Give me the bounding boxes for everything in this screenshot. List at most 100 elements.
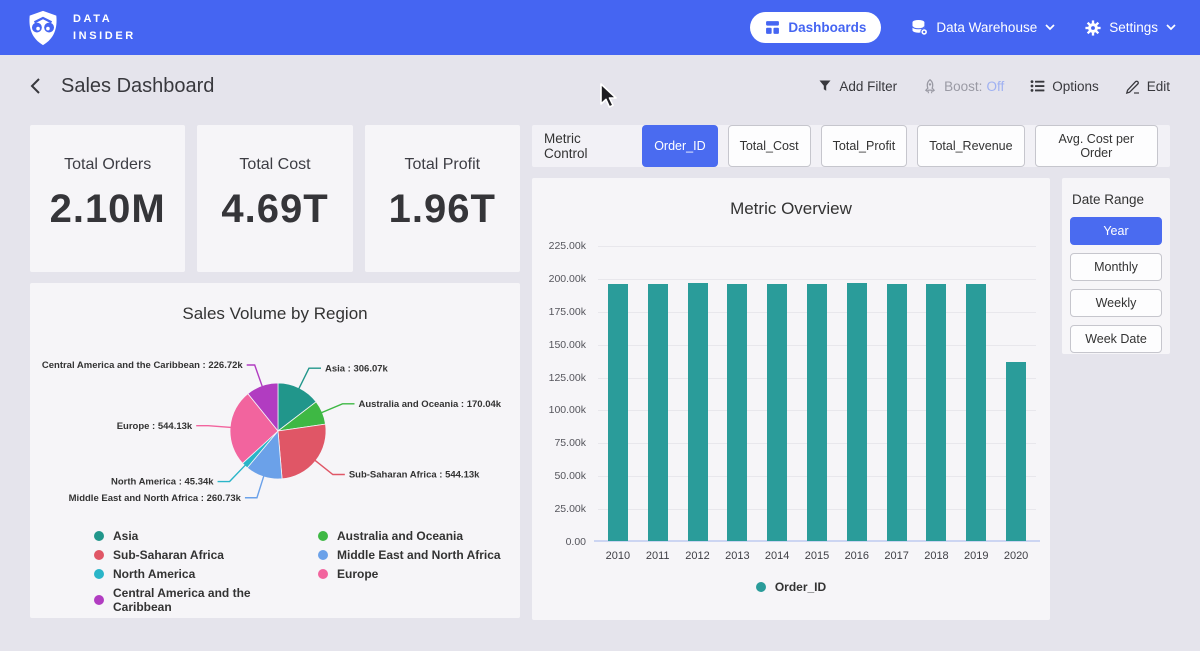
edit-button[interactable]: Edit xyxy=(1125,79,1170,94)
bar-2020[interactable] xyxy=(1006,362,1026,541)
boost-toggle[interactable]: Boost: Off xyxy=(923,79,1004,94)
y-axis-tick: 75.00k xyxy=(526,437,586,449)
y-axis-tick: 100.00k xyxy=(526,404,586,416)
legend-item-north-america[interactable]: North America xyxy=(94,567,312,581)
legend-label: Order_ID xyxy=(775,580,826,594)
gear-icon xyxy=(1085,20,1101,36)
kpi-row: Total Orders 2.10M Total Cost 4.69T Tota… xyxy=(30,125,520,272)
kpi-value: 4.69T xyxy=(221,187,328,232)
x-axis-tick: 2013 xyxy=(715,550,759,562)
kpi-value: 1.96T xyxy=(389,187,496,232)
bar-2013[interactable] xyxy=(727,284,747,541)
legend-item-central-america-and-the-caribbean[interactable]: Central America and the Caribbean xyxy=(94,586,312,614)
metric-option-avg-cost-per-order[interactable]: Avg. Cost per Order xyxy=(1035,125,1158,167)
x-axis-tick: 2015 xyxy=(795,550,839,562)
legend-dot xyxy=(318,569,328,579)
dashboards-button[interactable]: Dashboards xyxy=(750,12,881,43)
bar-2016[interactable] xyxy=(847,283,867,541)
y-axis-tick: 175.00k xyxy=(526,306,586,318)
x-axis-tick: 2016 xyxy=(835,550,879,562)
owl-logo-icon xyxy=(24,9,62,47)
pie-label: Sub-Saharan Africa : 544.13k xyxy=(349,470,480,481)
pie-label-line xyxy=(245,476,264,498)
legend-dot xyxy=(94,569,104,579)
gridline xyxy=(598,279,1036,280)
date-range-option-monthly[interactable]: Monthly xyxy=(1070,253,1162,281)
bar-2012[interactable] xyxy=(688,283,708,541)
kpi-label: Total Orders xyxy=(64,156,151,174)
metric-option-total-cost[interactable]: Total_Cost xyxy=(728,125,811,167)
x-axis-tick: 2019 xyxy=(954,550,998,562)
database-icon xyxy=(911,19,928,36)
pie-label: Australia and Oceania : 170.04k xyxy=(358,399,501,410)
data-warehouse-menu[interactable]: Data Warehouse xyxy=(911,19,1055,36)
brand: DATA INSIDER xyxy=(24,9,136,47)
legend-label: North America xyxy=(113,567,195,581)
bar-2017[interactable] xyxy=(887,284,907,541)
kpi-total-profit: Total Profit 1.96T xyxy=(365,125,520,272)
legend-item-australia-and-oceania[interactable]: Australia and Oceania xyxy=(318,529,501,543)
legend-item-sub-saharan-africa[interactable]: Sub-Saharan Africa xyxy=(94,548,312,562)
y-axis-tick: 50.00k xyxy=(526,470,586,482)
pie-label-line xyxy=(321,404,354,413)
bar-2015[interactable] xyxy=(807,284,827,541)
y-axis-tick: 25.00k xyxy=(526,503,586,515)
boost-value: Off xyxy=(986,79,1004,94)
pie-slice-sub-saharan-africa[interactable] xyxy=(278,424,326,479)
sales-volume-panel: Sales Volume by Region Asia : 306.07kAus… xyxy=(30,283,520,618)
metric-option-order-id[interactable]: Order_ID xyxy=(642,125,717,167)
filter-icon xyxy=(818,79,832,93)
bar-2019[interactable] xyxy=(966,284,986,541)
legend-label: Central America and the Caribbean xyxy=(113,586,312,614)
date-range-option-year[interactable]: Year xyxy=(1070,217,1162,245)
legend-item-asia[interactable]: Asia xyxy=(94,529,312,543)
navbar-menu: Dashboards Data Warehouse xyxy=(750,12,1176,43)
brand-name: DATA INSIDER xyxy=(73,11,136,44)
dashboard-content: Total Orders 2.10M Total Cost 4.69T Tota… xyxy=(0,117,1200,620)
dashboard-icon xyxy=(765,20,780,35)
metric-option-total-revenue[interactable]: Total_Revenue xyxy=(917,125,1024,167)
settings-label: Settings xyxy=(1109,20,1158,35)
legend-item-middle-east-and-north-africa[interactable]: Middle East and North Africa xyxy=(318,548,501,562)
settings-menu[interactable]: Settings xyxy=(1085,20,1176,36)
x-axis-tick: 2017 xyxy=(875,550,919,562)
add-filter-button[interactable]: Add Filter xyxy=(818,79,897,94)
metric-control-options: Order_ID Total_CostTotal_ProfitTotal_Reve… xyxy=(642,125,1158,167)
date-range-option-weekly[interactable]: Weekly xyxy=(1070,289,1162,317)
data-warehouse-label: Data Warehouse xyxy=(936,20,1037,35)
x-axis-tick: 2012 xyxy=(676,550,720,562)
kpi-total-orders: Total Orders 2.10M xyxy=(30,125,185,272)
date-range-options: Year Monthly Weekly Week Date xyxy=(1070,217,1162,353)
bar-2018[interactable] xyxy=(926,284,946,541)
x-axis-tick: 2018 xyxy=(914,550,958,562)
options-button[interactable]: Options xyxy=(1030,79,1099,94)
date-range-option-week-date[interactable]: Week Date xyxy=(1070,325,1162,353)
y-axis-tick: 0.00 xyxy=(526,536,586,548)
pie-label-line xyxy=(196,426,231,428)
bar-2011[interactable] xyxy=(648,284,668,541)
legend-dot xyxy=(94,595,104,605)
pie-label-line xyxy=(218,465,246,482)
metric-control-strip: Metric Control Order_ID Total_CostTotal_P… xyxy=(532,125,1170,167)
x-axis-tick: 2020 xyxy=(994,550,1038,562)
pie-label-line xyxy=(315,460,345,474)
bar-chart-title: Metric Overview xyxy=(532,178,1050,219)
legend-item-europe[interactable]: Europe xyxy=(318,567,501,581)
legend-dot xyxy=(318,531,328,541)
boost-label: Boost: xyxy=(944,79,982,94)
kpi-total-cost: Total Cost 4.69T xyxy=(197,125,352,272)
dashboards-label: Dashboards xyxy=(788,20,866,35)
metric-option-total-profit[interactable]: Total_Profit xyxy=(821,125,908,167)
bar-chart-legend: Order_ID xyxy=(532,580,1050,594)
bar-2010[interactable] xyxy=(608,284,628,541)
y-axis-tick: 225.00k xyxy=(526,240,586,252)
date-range-label: Date Range xyxy=(1072,192,1162,207)
metric-control-label: Metric Control xyxy=(544,131,626,161)
x-axis-tick: 2011 xyxy=(636,550,680,562)
bar-chart: 225.00k200.00k175.00k150.00k125.00k100.0… xyxy=(598,246,1036,542)
list-icon xyxy=(1030,79,1045,93)
bar-2014[interactable] xyxy=(767,284,787,541)
x-axis-tick: 2014 xyxy=(755,550,799,562)
legend-label: Asia xyxy=(113,529,138,543)
back-chevron-icon[interactable] xyxy=(30,77,41,95)
